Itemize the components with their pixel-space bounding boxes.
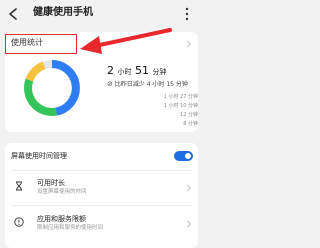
axis-label: 1 小时 27 分钟 [163, 94, 198, 100]
divider [11, 205, 192, 206]
total-usage-time: 2 小时 51 分钟 [107, 64, 167, 77]
back-arrow-icon[interactable] [6, 7, 20, 21]
screen-time-toggle[interactable] [174, 151, 193, 161]
toggle-knob [185, 153, 191, 159]
chevron-right-icon [187, 220, 192, 228]
donut-segment-green [24, 78, 57, 116]
screen-time-card: 屏幕使用时间管理 可用时长 设置屏幕使用的时间 应用和服务限额 限制应用和服务的… [5, 143, 198, 248]
usage-donut-chart [24, 60, 80, 116]
donut-segment-yellow [25, 61, 46, 82]
app-limits-title: 应用和服务限额 [37, 215, 86, 223]
donut-segment-blue [51, 60, 80, 116]
available-duration-title: 可用时长 [37, 179, 65, 187]
compare-yesterday: ⊘ 比昨日减少 4 小时 15 分钟 [107, 80, 188, 88]
usage-stats-title: 使用统计 [11, 38, 43, 47]
axis-label: 12 分钟 [180, 112, 198, 118]
chevron-right-icon [187, 40, 192, 48]
page-title: 健康使用手机 [33, 7, 93, 18]
top-bar: 健康使用手机 [0, 0, 203, 28]
axis-label: 8 分钟 [183, 121, 198, 127]
available-duration-subtitle: 设置屏幕使用的时间 [37, 189, 87, 195]
chevron-right-icon [187, 184, 192, 192]
down-arrow-icon: ⊘ [107, 80, 113, 88]
app-limits-subtitle: 限制应用和服务的使用时间 [37, 225, 104, 231]
more-vertical-icon[interactable] [183, 6, 191, 22]
divider [11, 170, 192, 171]
usage-card[interactable]: 使用统计 2 小时 51 分钟 ⊘ 比昨日减少 4 小时 15 分钟 1 小时 … [5, 32, 198, 132]
hourglass-icon [16, 181, 22, 191]
info-circle-icon [14, 217, 24, 227]
axis-label: 1 小时 10 分钟 [163, 103, 198, 109]
screen-time-title: 屏幕使用时间管理 [11, 152, 67, 160]
